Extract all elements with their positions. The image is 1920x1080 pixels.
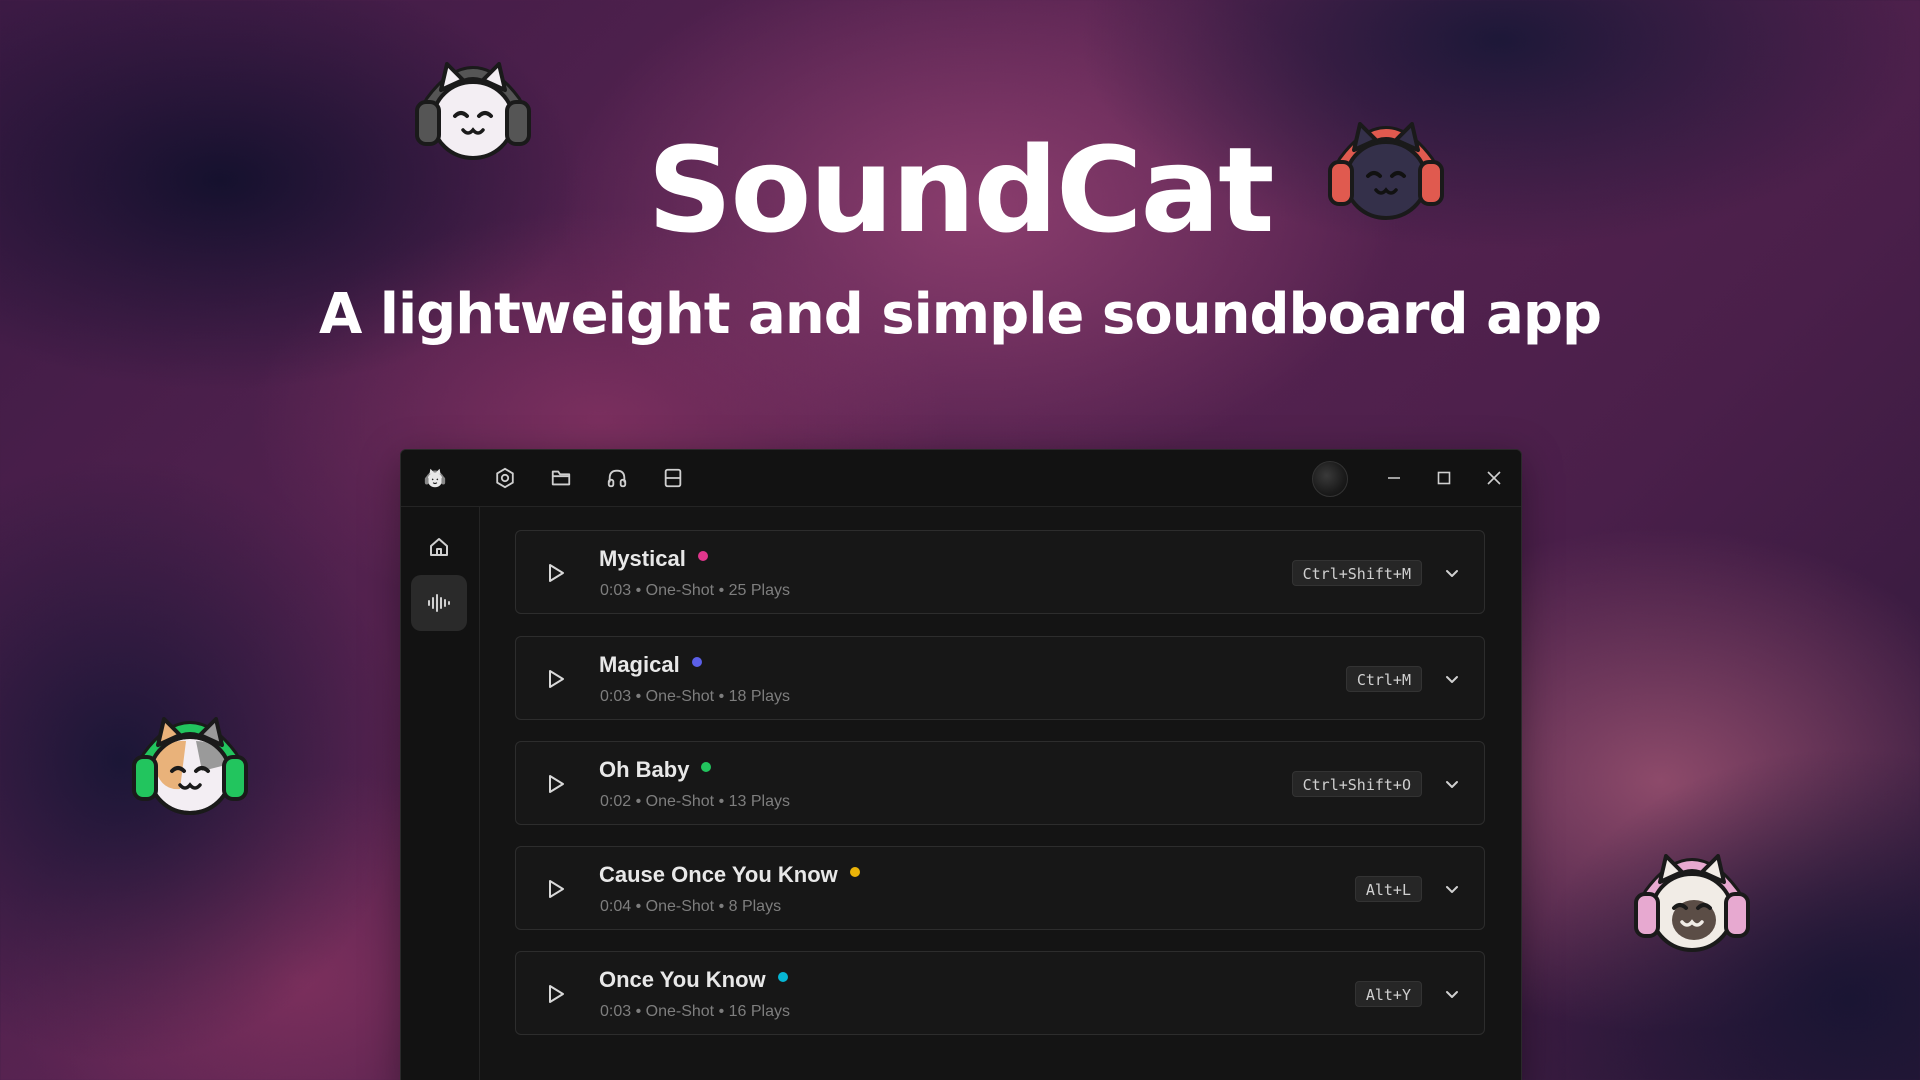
- dark-cat-mascot: [1328, 122, 1444, 220]
- chevron-down-icon[interactable]: [1440, 877, 1464, 901]
- color-dot: [701, 762, 712, 772]
- play-icon[interactable]: [542, 665, 570, 693]
- color-dot: [691, 657, 702, 667]
- sound-name-wrap: Cause Once You Know: [599, 861, 860, 889]
- hotkey-badge[interactable]: Alt+Y: [1354, 981, 1422, 1007]
- white-cat-mascot: [415, 62, 531, 160]
- hotkey-badge[interactable]: Ctrl+Shift+O: [1291, 771, 1422, 797]
- sound-name-wrap: Once You Know: [599, 966, 788, 994]
- sound-row[interactable]: Oh Baby 0:02 • One-Shot • 13 Plays Ctrl+…: [515, 741, 1485, 825]
- sound-name: Cause Once You Know: [599, 862, 838, 887]
- app-window: Mystical 0:03 • One-Shot • 25 Plays Ctrl…: [400, 449, 1522, 1080]
- folder-icon[interactable]: [549, 466, 573, 490]
- minimize-icon[interactable]: [1382, 466, 1406, 490]
- waveform-icon: [428, 594, 450, 612]
- avatar[interactable]: [1312, 461, 1348, 497]
- siamese-cat-mascot: [1634, 854, 1750, 952]
- headphones-icon[interactable]: [605, 466, 629, 490]
- sound-row[interactable]: Mystical 0:03 • One-Shot • 25 Plays Ctrl…: [515, 530, 1485, 614]
- calico-cat-mascot: [132, 717, 248, 815]
- sound-name-wrap: Oh Baby: [599, 756, 712, 784]
- sound-list: Mystical 0:03 • One-Shot • 25 Plays Ctrl…: [480, 507, 1521, 1080]
- settings-icon[interactable]: [493, 466, 517, 490]
- sound-name-wrap: Mystical: [599, 545, 708, 573]
- chevron-down-icon[interactable]: [1440, 982, 1464, 1006]
- sound-name: Once You Know: [599, 967, 766, 992]
- sound-name-wrap: Magical: [599, 651, 702, 679]
- hotkey-badge[interactable]: Alt+L: [1354, 876, 1422, 902]
- home-icon: [430, 538, 448, 556]
- hero-title: SoundCat: [647, 121, 1274, 259]
- sound-row[interactable]: Once You Know 0:03 • One-Shot • 16 Plays…: [515, 951, 1485, 1035]
- sound-meta: 0:03 • One-Shot • 16 Plays: [600, 1003, 790, 1020]
- close-icon[interactable]: [1482, 466, 1506, 490]
- sound-row[interactable]: Magical 0:03 • One-Shot • 18 Plays Ctrl+…: [515, 636, 1485, 720]
- chevron-down-icon[interactable]: [1440, 667, 1464, 691]
- chevron-down-icon[interactable]: [1440, 561, 1464, 585]
- cat-logo-icon[interactable]: [423, 466, 447, 490]
- chevron-down-icon[interactable]: [1440, 772, 1464, 796]
- sound-row[interactable]: Cause Once You Know 0:04 • One-Shot • 8 …: [515, 846, 1485, 930]
- color-dot: [849, 867, 860, 877]
- maximize-icon[interactable]: [1432, 466, 1456, 490]
- titlebar: [401, 450, 1521, 507]
- play-icon[interactable]: [542, 875, 570, 903]
- color-dot: [777, 972, 788, 982]
- sound-name: Magical: [599, 652, 680, 677]
- color-dot: [697, 551, 708, 561]
- hotkey-badge[interactable]: Ctrl+M: [1345, 666, 1422, 692]
- sidebar-item-sounds[interactable]: [411, 575, 467, 631]
- sound-meta: 0:04 • One-Shot • 8 Plays: [600, 898, 782, 915]
- sidebar: [401, 507, 480, 1080]
- play-icon[interactable]: [542, 559, 570, 587]
- sound-name: Oh Baby: [599, 757, 690, 782]
- hero-subtitle: A lightweight and simple soundboard app: [318, 282, 1602, 347]
- play-icon[interactable]: [542, 770, 570, 798]
- sound-meta: 0:03 • One-Shot • 25 Plays: [600, 582, 790, 599]
- hotkey-badge[interactable]: Ctrl+Shift+M: [1291, 560, 1422, 586]
- play-icon[interactable]: [542, 980, 570, 1008]
- layout-icon[interactable]: [661, 466, 685, 490]
- sound-meta: 0:02 • One-Shot • 13 Plays: [600, 793, 790, 810]
- sidebar-item-home[interactable]: [411, 519, 467, 575]
- sound-meta: 0:03 • One-Shot • 18 Plays: [600, 688, 790, 705]
- sound-name: Mystical: [599, 546, 686, 571]
